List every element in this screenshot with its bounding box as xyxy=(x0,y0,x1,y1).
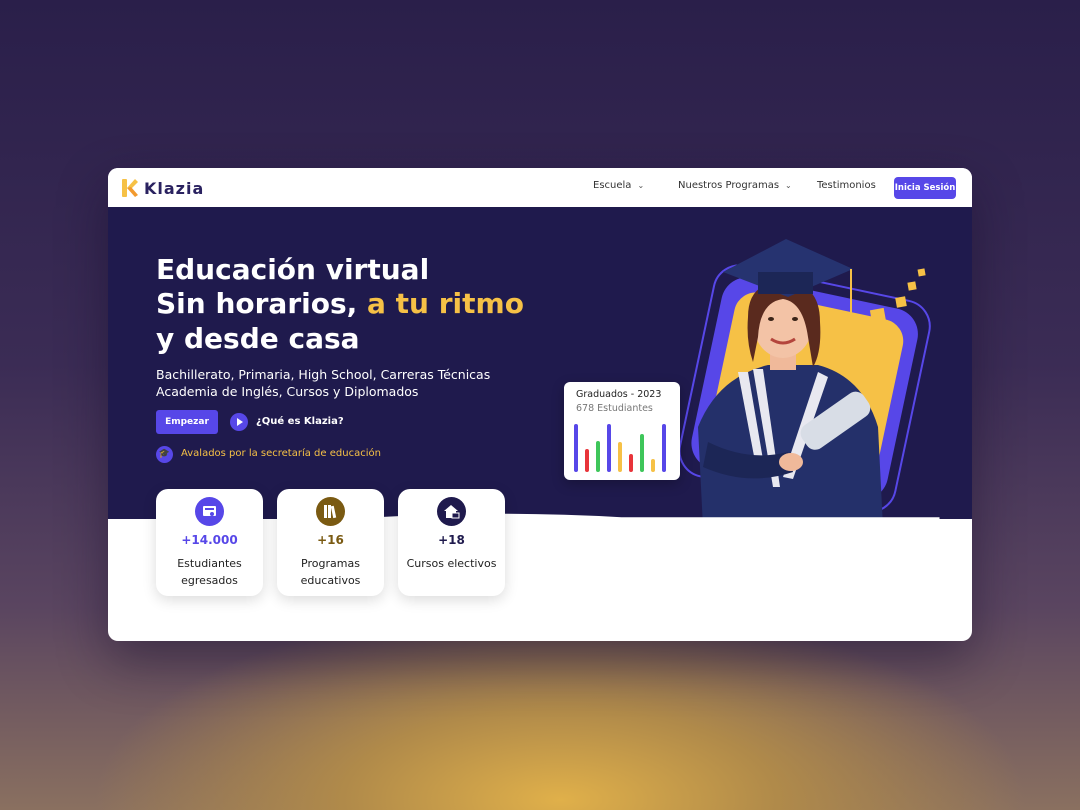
house-laptop-icon xyxy=(437,497,466,526)
logo[interactable]: Klazia xyxy=(122,178,204,198)
stat-label-line: educativos xyxy=(300,574,361,587)
subtitle-line-2: Academia de Inglés, Cursos y Diplomados xyxy=(156,384,419,399)
books-icon xyxy=(316,497,345,526)
graduates-bar xyxy=(662,424,666,472)
play-icon xyxy=(237,418,243,426)
browser-window: Klazia Escuela ⌄ Nuestros Programas ⌄ Te… xyxy=(108,168,972,641)
nav-item-testimonios[interactable]: Testimonios xyxy=(817,180,876,191)
hero-section: Educación virtual Sin horarios, a tu rit… xyxy=(108,207,972,527)
nav-item-label: Testimonios xyxy=(817,180,876,191)
subtitle-line-1: Bachillerato, Primaria, High School, Car… xyxy=(156,367,491,382)
endorsement-text: Avalados por la secretaría de educación xyxy=(181,448,381,459)
certificate-icon xyxy=(195,497,224,526)
logo-text: Klazia xyxy=(144,178,205,198)
nav-item-label: Nuestros Programas xyxy=(678,180,780,191)
graduates-bar xyxy=(607,424,611,472)
stat-value: +16 xyxy=(317,533,344,547)
nav-item-programas[interactable]: Nuestros Programas ⌄ xyxy=(678,180,792,191)
graduates-bar xyxy=(574,424,578,472)
graduates-bar xyxy=(618,442,622,472)
stat-card-students: +14.000 Estudiantes egresados xyxy=(156,489,263,596)
graduates-bar xyxy=(585,449,589,472)
stat-label-line: Programas xyxy=(301,557,360,570)
graduates-card-title: Graduados - 2023 xyxy=(576,389,662,400)
login-button[interactable]: Inicia Sesión xyxy=(894,177,956,199)
stat-label: Cursos electivos xyxy=(406,557,497,570)
graduates-bar xyxy=(596,441,600,472)
what-is-klazia-link[interactable]: ¿Qué es Klazia? xyxy=(256,416,344,427)
headline-accent: a tu ritmo xyxy=(367,287,524,320)
stat-label: Programas educativos xyxy=(283,555,378,589)
nav-item-label: Escuela xyxy=(593,180,632,191)
chevron-down-icon: ⌄ xyxy=(785,181,792,190)
stat-label-line: egresados xyxy=(181,574,238,587)
stat-label: Estudiantes egresados xyxy=(162,555,257,589)
play-video-button[interactable] xyxy=(230,413,248,431)
headline-line-2: Sin horarios, a tu ritmo xyxy=(156,287,524,321)
headline-text: Sin horarios, xyxy=(156,287,368,320)
stat-label-line: Estudiantes xyxy=(177,557,242,570)
stat-card-electives: +18 Cursos electivos xyxy=(398,489,505,596)
stat-value: +18 xyxy=(438,533,465,547)
graduates-bar xyxy=(651,459,655,472)
nav-item-escuela[interactable]: Escuela ⌄ xyxy=(593,180,644,191)
graduates-bar-chart xyxy=(574,424,666,472)
chevron-down-icon: ⌄ xyxy=(637,181,645,190)
top-navbar: Klazia Escuela ⌄ Nuestros Programas ⌄ Te… xyxy=(108,168,972,207)
graduates-bar xyxy=(629,454,633,472)
stat-card-programs: +16 Programas educativos xyxy=(277,489,384,596)
klazia-logo-icon xyxy=(122,179,138,197)
graduates-bar xyxy=(640,434,644,472)
graduates-card: Graduados - 2023 678 Estudiantes xyxy=(564,382,680,480)
headline-line-3: y desde casa xyxy=(156,322,360,355)
graduates-card-count: 678 Estudiantes xyxy=(576,403,653,414)
start-button[interactable]: Empezar xyxy=(156,410,218,434)
headline-line-1: Educación virtual xyxy=(156,253,430,286)
stat-value: +14.000 xyxy=(181,533,238,547)
graduation-cap-icon: 🎓 xyxy=(156,446,173,463)
